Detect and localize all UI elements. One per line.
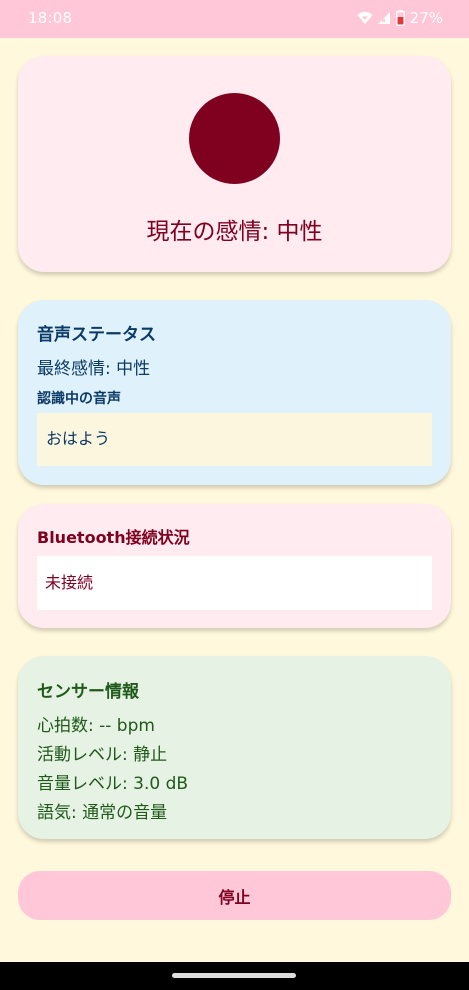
bluetooth-title: Bluetooth接続状況 [37,528,190,547]
bluetooth-card: Bluetooth接続状況 未接続 [18,504,451,628]
status-icons: 27% [357,8,443,28]
wifi-icon [357,11,373,25]
sensor-card: センサー情報 心拍数: -- bpm 活動レベル: 静止 音量レベル: 3.0 … [18,656,451,839]
navigation-bar [0,962,469,990]
current-emotion-label: 現在の感情: 中性 [146,219,323,245]
voice-status-card: 音声ステータス 最終感情: 中性 認識中の音声 おはよう [18,300,451,485]
home-gesture-handle[interactable] [172,973,296,978]
tone-text: 語気: 通常の音量 [37,803,168,823]
sensor-title: センサー情報 [37,682,139,702]
status-bar: 18:08 27% [0,0,469,38]
battery-icon [395,10,405,26]
activity-level-text: 活動レベル: 静止 [37,745,168,765]
volume-level-text: 音量レベル: 3.0 dB [37,774,189,794]
bluetooth-status-box: 未接続 [37,556,432,610]
status-time: 18:08 [28,9,73,27]
bluetooth-status-text: 未接続 [45,573,94,592]
voice-status-title: 音声ステータス [37,325,156,345]
emotion-card: 現在の感情: 中性 [18,56,451,272]
battery-percent: 27% [409,9,443,27]
recognized-text: おはよう [46,429,111,448]
emotion-indicator-circle [189,93,280,184]
last-emotion-text: 最終感情: 中性 [37,359,151,379]
signal-icon [377,11,391,25]
heart-rate-text: 心拍数: -- bpm [37,716,155,736]
stop-button[interactable]: 停止 [18,871,451,920]
recognized-text-box: おはよう [37,413,432,466]
recognizing-voice-label: 認識中の音声 [37,391,121,407]
